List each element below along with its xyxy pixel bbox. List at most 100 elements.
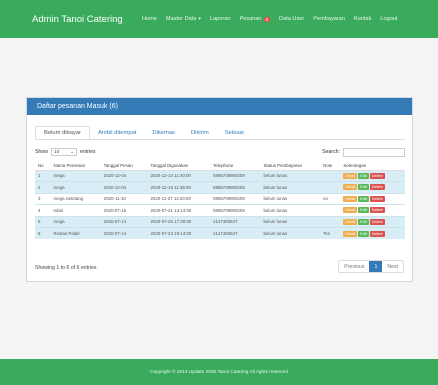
cell-actions: Detail Edit Delete [340,169,405,182]
pesanan-count-badge: 6 [263,16,271,22]
brand-title[interactable]: Admin Tanoi Catering [32,14,123,25]
detail-button[interactable]: Detail [343,230,358,237]
page-size-value: 10 [53,149,60,155]
nav-kontak[interactable]: Kontak [354,16,371,22]
edit-button[interactable]: Edit [358,218,369,225]
edit-button[interactable]: Edit [358,207,369,214]
nav-pembayaran[interactable]: Pembayaran [313,16,345,22]
table-row: 6 Roslan Palah 2020-07-14 2020-07-24 19:… [35,227,405,239]
edit-button[interactable]: Edit [358,230,369,237]
cell-telephone: 0895709900209 [210,169,261,182]
nav-pesanan[interactable]: Pesanan 6 [239,16,271,22]
detail-button[interactable]: Detail [343,207,358,214]
tab-ambil-ditempat[interactable]: Ambil ditempat [90,127,144,139]
cell-actions: Detail Edit Delete [340,227,405,239]
col-tanggal-digunakan[interactable]: Tanggal Digunakan [147,161,211,171]
col-note[interactable]: Note [320,161,341,171]
tabs-divider [35,139,405,140]
cell-no: 3 [35,192,51,205]
detail-button[interactable]: Detail [343,172,358,179]
footer: Copyright © 2013 Update 2020 Tanoi Cater… [0,359,438,385]
orders-table: No Nama Pemesan Tanggal Pesan Tanggal Di… [35,161,405,239]
edit-button[interactable]: Edit [358,172,369,179]
cell-actions: Detail Edit Delete [340,204,405,216]
cell-no: 6 [35,227,51,239]
detail-button[interactable]: Detail [343,218,358,225]
chevron-down-icon: ⌄ [69,149,74,155]
pagination: Previous 1 Next [338,260,404,273]
tab-dikirim[interactable]: Dikirim [183,127,217,139]
cell-note: no [320,192,341,205]
cell-actions: Detail Edit Delete [340,215,405,228]
col-telephone[interactable]: Telephone [210,161,261,171]
delete-button[interactable]: Delete [369,172,385,179]
copyright-text: Copyright © 2013 Update 2020 Tanoi Cater… [150,369,288,375]
cell-tanggal-digunakan: 2020-11-27 14:20:00 [147,192,211,205]
cell-telephone: 0895709900209 [210,181,261,193]
cell-note: Tes [320,227,341,239]
table-row: 1 mega 2020-12-04 2020-12-14 11:40:00 08… [35,169,405,182]
cell-note [320,181,341,193]
table-row: 5 mega 2020-07-14 2020-07-25 17:30:00 21… [35,215,405,228]
edit-button[interactable]: Edit [358,184,369,191]
top-navbar: Admin Tanoi Catering Home Master Data ▾ L… [0,0,438,38]
table-header-row: No Nama Pemesan Tanggal Pesan Tanggal Di… [35,161,405,171]
cell-status: belum lunas [260,227,321,239]
col-tanggal-pesan[interactable]: Tanggal Pesan [100,161,148,171]
cell-tanggal-digunakan: 2020-07-24 19:14:00 [147,227,211,239]
page-size-select[interactable]: 10 ⌄ [50,148,77,156]
tab-selesai[interactable]: Selesai [217,127,252,139]
delete-button[interactable]: Delete [369,218,385,225]
cell-note [320,169,341,182]
cell-tanggal-pesan: 2020-11-10 [100,192,148,205]
cell-tanggal-pesan: 2020-12-04 [100,169,148,182]
nav-logout[interactable]: Logout [380,16,397,22]
cell-actions: Detail Edit Delete [340,181,405,193]
cell-tanggal-digunakan: 2020-12-14 11:40:00 [147,169,211,182]
cell-tanggal-digunakan: 2020-12-19 11:38:00 [147,181,211,193]
col-keterangan[interactable]: Keterangan [340,161,405,171]
nav-home[interactable]: Home [142,16,157,22]
edit-button[interactable]: Edit [358,195,369,202]
cell-no: 5 [35,215,51,228]
main-nav: Home Master Data ▾ Laporan Pesanan 6 Data … [142,0,397,38]
cell-status: belum lunas [260,204,321,216]
detail-button[interactable]: Detail [343,184,358,191]
cell-actions: Detail Edit Delete [340,192,405,205]
tab-belum-dibayar[interactable]: Belum dibayar [35,126,91,139]
cell-status: belum lunas [260,215,321,228]
nav-laporan[interactable]: Laporan [210,16,231,22]
entries-label: entries [79,149,96,155]
cell-note [320,204,341,216]
search-label: Search: [322,149,340,155]
cell-nama: tufail [50,204,101,216]
detail-button[interactable]: Detail [343,195,358,202]
delete-button[interactable]: Delete [369,207,385,214]
cell-telephone: 2147483647 [210,215,261,228]
cell-tanggal-pesan: 2020-07-14 [100,215,148,228]
cell-no: 1 [35,169,51,182]
col-status-pembayaran[interactable]: Status Pembayaran [260,161,321,171]
cell-tanggal-pesan: 2020-07-14 [100,227,148,239]
cell-status: belum lunas [260,192,321,205]
col-nama-pemesan[interactable]: Nama Pemesan [50,161,101,171]
delete-button[interactable]: Delete [369,195,385,202]
nav-master-data[interactable]: Master Data ▾ [166,16,201,22]
previous-button[interactable]: Previous [339,261,369,272]
next-button[interactable]: Next [382,261,403,272]
nav-data-user[interactable]: Data User [279,16,304,22]
caret-down-icon: ▾ [198,16,201,22]
cell-tanggal-digunakan: 2020-07-31 13:14:00 [147,204,211,216]
search-input[interactable] [343,147,405,157]
page-1-button[interactable]: 1 [369,261,383,272]
col-no[interactable]: No [35,161,51,171]
delete-button[interactable]: Delete [369,184,385,191]
cell-status: belum lunas [260,181,321,193]
order-status-tabs: Belum dibayar Ambil ditempat Dikemas Dik… [35,125,252,139]
delete-button[interactable]: Delete [369,230,385,237]
cell-nama: mega ramdang [50,192,101,205]
cell-no: 2 [35,181,51,193]
tab-dikemas[interactable]: Dikemas [144,127,183,139]
search-group: Search: [322,147,405,157]
cell-telephone: 0895709900209 [210,192,261,205]
